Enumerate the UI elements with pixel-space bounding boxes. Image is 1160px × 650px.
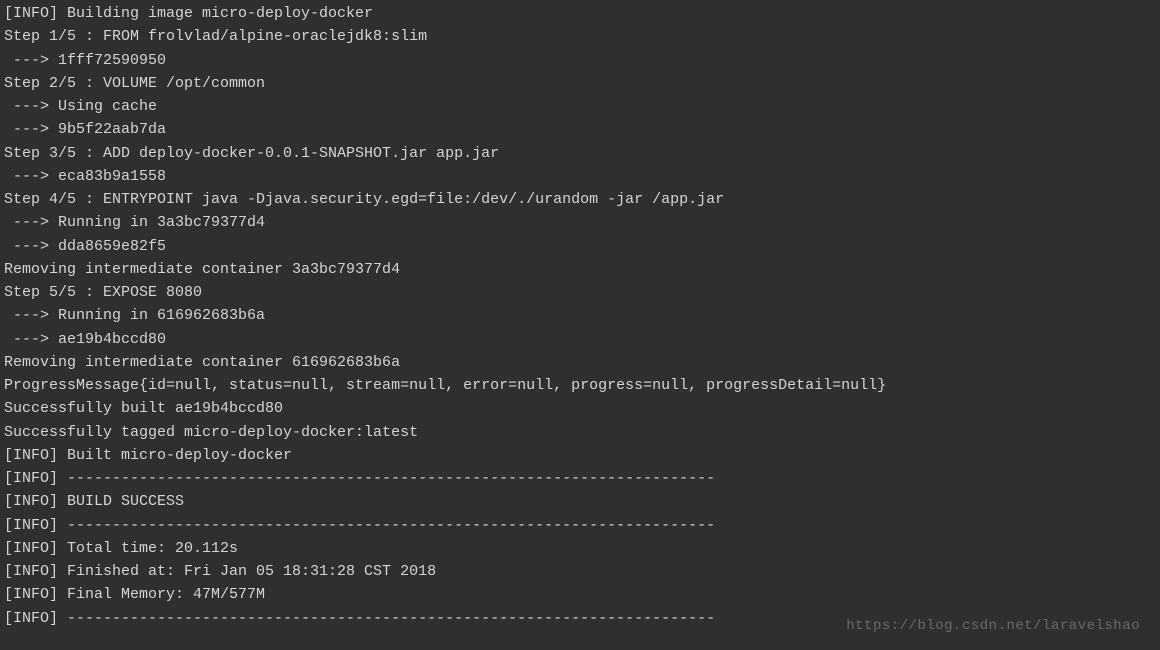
terminal-line: [INFO] Built micro-deploy-docker (4, 444, 1156, 467)
terminal-line: Step 4/5 : ENTRYPOINT java -Djava.securi… (4, 188, 1156, 211)
terminal-line: Step 5/5 : EXPOSE 8080 (4, 281, 1156, 304)
terminal-line: Step 1/5 : FROM frolvlad/alpine-oraclejd… (4, 25, 1156, 48)
terminal-line: ---> 1fff72590950 (4, 49, 1156, 72)
terminal-line: Step 3/5 : ADD deploy-docker-0.0.1-SNAPS… (4, 142, 1156, 165)
terminal-output: [INFO] Building image micro-deploy-docke… (4, 2, 1156, 630)
terminal-line: ---> Running in 3a3bc79377d4 (4, 211, 1156, 234)
terminal-line: Successfully built ae19b4bccd80 (4, 397, 1156, 420)
terminal-line: ---> 9b5f22aab7da (4, 118, 1156, 141)
terminal-line: ---> dda8659e82f5 (4, 235, 1156, 258)
terminal-line: [INFO] ---------------------------------… (4, 514, 1156, 537)
terminal-line: ---> ae19b4bccd80 (4, 328, 1156, 351)
terminal-line: Step 2/5 : VOLUME /opt/common (4, 72, 1156, 95)
terminal-line: [INFO] Final Memory: 47M/577M (4, 583, 1156, 606)
terminal-line: Successfully tagged micro-deploy-docker:… (4, 421, 1156, 444)
terminal-line: ---> Using cache (4, 95, 1156, 118)
terminal-line: [INFO] ---------------------------------… (4, 467, 1156, 490)
watermark-text: https://blog.csdn.net/laravelshao (846, 616, 1140, 638)
terminal-line: [INFO] BUILD SUCCESS (4, 490, 1156, 513)
terminal-line: ProgressMessage{id=null, status=null, st… (4, 374, 1156, 397)
terminal-line: ---> eca83b9a1558 (4, 165, 1156, 188)
terminal-line: [INFO] Total time: 20.112s (4, 537, 1156, 560)
terminal-line: Removing intermediate container 61696268… (4, 351, 1156, 374)
terminal-line: ---> Running in 616962683b6a (4, 304, 1156, 327)
terminal-line: [INFO] Building image micro-deploy-docke… (4, 2, 1156, 25)
terminal-line: [INFO] Finished at: Fri Jan 05 18:31:28 … (4, 560, 1156, 583)
terminal-line: Removing intermediate container 3a3bc793… (4, 258, 1156, 281)
